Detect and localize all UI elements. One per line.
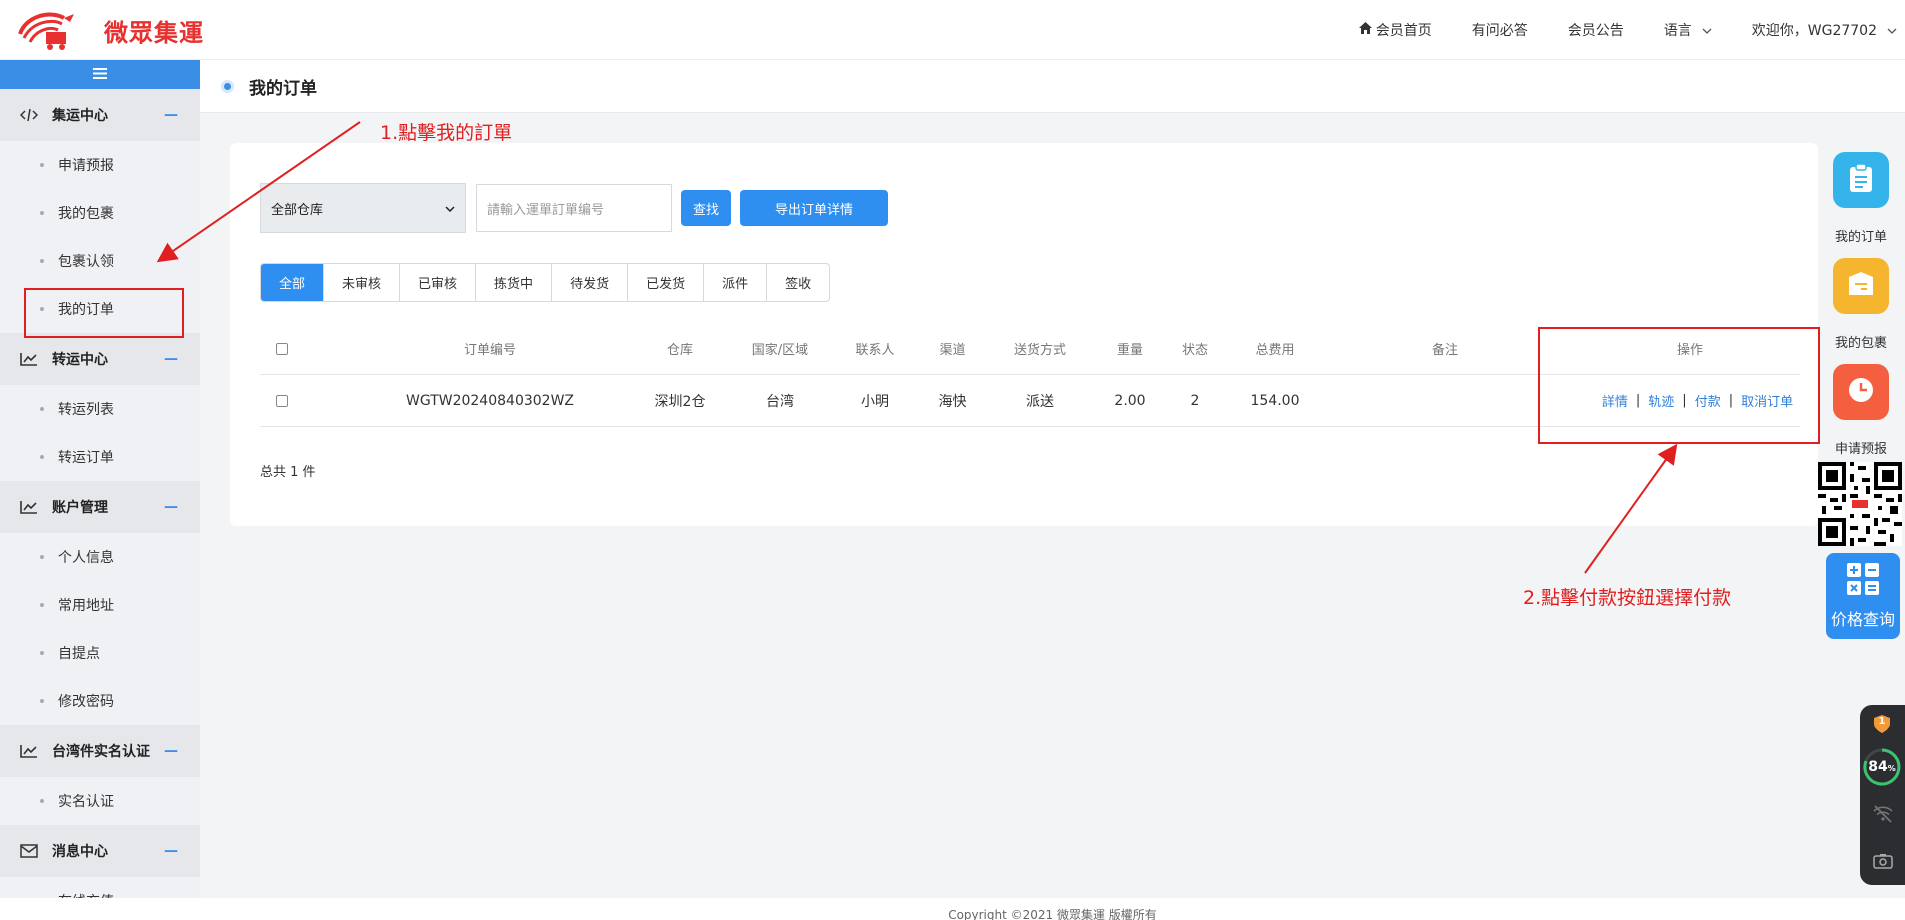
wifi-off-icon [1872, 805, 1894, 827]
clipboard-icon [1848, 163, 1874, 197]
float-my-orders-button[interactable] [1833, 152, 1889, 208]
clock-icon [1847, 376, 1875, 408]
footer-copyright: Copyright ©2021 微眾集運 版權所有 [0, 898, 1905, 920]
performance-percent: 84% [1868, 759, 1896, 775]
camera-icon [1873, 853, 1893, 873]
float-my-orders-label: 我的订单 [1834, 230, 1887, 245]
shield-badge-count: 1 [1878, 716, 1886, 727]
shield-badge-icon: 1 [1874, 715, 1890, 733]
arrow-to-actions [1584, 443, 1678, 574]
qr-code-image [1818, 462, 1902, 546]
price-query-label: 价格查询 [1830, 610, 1895, 629]
float-my-packages-button[interactable] [1833, 258, 1889, 314]
performance-gauge: 84% [1862, 747, 1902, 787]
system-monitor-widget[interactable]: 1 84% [1860, 705, 1905, 885]
annotation-arrows [156, 121, 1678, 574]
float-forecast-button[interactable] [1833, 364, 1889, 420]
float-my-packages-label: 我的包裹 [1834, 336, 1887, 351]
price-query-button[interactable]: 价格查询 [1826, 553, 1900, 639]
calculator-icon [1846, 562, 1880, 600]
package-icon [1847, 271, 1875, 301]
arrow-to-my-orders [156, 121, 361, 263]
float-forecast-label: 申请预报 [1834, 442, 1887, 457]
